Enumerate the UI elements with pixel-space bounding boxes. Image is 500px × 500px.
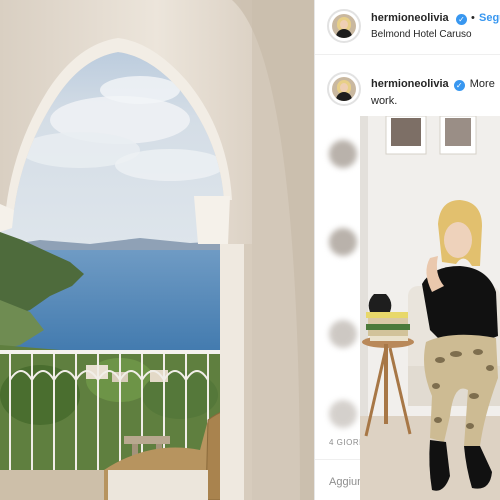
post-username[interactable]: hermioneolivia (371, 12, 449, 24)
balcony-sea-view-photo (0, 0, 314, 500)
caption-text-line1: More (469, 78, 495, 90)
post-header: hermioneolivia ✓ • Segui Belmond Hotel C… (315, 0, 500, 55)
verified-badge-icon: ✓ (456, 14, 467, 25)
woman-seated-photo (360, 116, 500, 500)
caption-username[interactable]: hermioneolivia (371, 78, 449, 90)
comment-avatar[interactable] (329, 228, 357, 256)
caption: hermioneolivia ✓ More work. (371, 76, 500, 110)
embedded-post-photo[interactable] (360, 116, 500, 500)
caption-avatar[interactable] (327, 72, 361, 106)
separator-dot: • (471, 12, 475, 24)
verified-badge-icon: ✓ (453, 80, 465, 91)
comment-avatar[interactable] (329, 400, 357, 428)
avatar-image (332, 14, 356, 38)
follow-button[interactable]: Segui (479, 12, 500, 24)
comment-avatar[interactable] (329, 320, 357, 348)
avatar-image (332, 77, 356, 101)
comment-avatar[interactable] (329, 140, 357, 168)
caption-text-line2: work. (371, 95, 398, 107)
post-location[interactable]: Belmond Hotel Caruso (371, 29, 472, 40)
post-image[interactable] (0, 0, 314, 500)
profile-avatar[interactable] (327, 9, 361, 43)
